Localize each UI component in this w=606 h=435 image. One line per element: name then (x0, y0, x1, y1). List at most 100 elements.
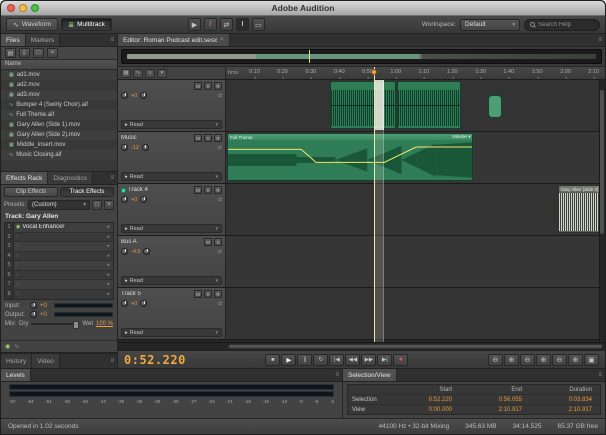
io-routing-icon[interactable]: ⇄ (218, 301, 222, 307)
io-routing-icon[interactable]: ⇄ (218, 249, 222, 255)
automation-mode-dropdown[interactable]: ▸ Read ▾ (121, 172, 222, 181)
audio-clip-full-theme[interactable]: Full Theme Volume ▾ (227, 133, 474, 181)
timeline-ruler[interactable]: hms 0:10 0:20 0:30 0:40 0:50 1:00 1:10 1… (226, 67, 605, 79)
power-icon[interactable]: ○ (16, 243, 19, 249)
volume-value[interactable]: -12 (131, 145, 139, 151)
fast-forward-button[interactable]: ▶▶ (361, 353, 377, 366)
io-routing-icon[interactable]: ⇄ (218, 145, 222, 151)
record-button[interactable]: ● (393, 353, 409, 366)
mix-slider[interactable] (31, 321, 80, 329)
play-button[interactable]: ▶ (281, 353, 297, 366)
effect-slot[interactable]: 8 ○ ▸ (5, 289, 113, 299)
selection-duration-value[interactable]: 0:03.834 (530, 397, 600, 403)
pan-knob[interactable] (141, 144, 149, 151)
scrollbar-thumb[interactable] (228, 344, 603, 349)
view-start-value[interactable]: 0:00.000 (390, 407, 460, 413)
track-header[interactable]: Track 5 M S R +0 ⇄ ▸ Read ▾ (118, 288, 226, 339)
volume-knob[interactable] (121, 196, 128, 203)
panel-menu-icon[interactable]: ≡ (107, 34, 117, 46)
audio-clip[interactable] (396, 81, 462, 129)
solo-button[interactable]: S (204, 82, 212, 90)
volume-value[interactable]: +0 (131, 197, 137, 203)
list-item[interactable]: ▦ Gary Allen (Side 2).mov (1, 130, 117, 140)
arm-button[interactable]: R (214, 290, 222, 298)
list-item[interactable]: ▦ ad3.mov (1, 90, 117, 100)
tab-video[interactable]: Video (32, 354, 60, 368)
view-duration-value[interactable]: 2:10.917 (530, 407, 600, 413)
list-item[interactable]: ∿ Music Closing.aif (1, 150, 117, 160)
track-lane[interactable] (226, 80, 605, 131)
chevron-right-icon[interactable]: ▸ (107, 243, 111, 249)
open-file-button[interactable]: ⇩ (19, 48, 30, 58)
session-overview-bar[interactable] (121, 49, 602, 64)
mute-button[interactable]: M (204, 238, 212, 246)
input-gain-knob[interactable] (30, 302, 37, 309)
audio-clip-gary-allen[interactable]: Gary Allen (Side 2) (557, 185, 605, 233)
effect-slot[interactable]: 3 ○ ▸ (5, 242, 113, 252)
power-icon[interactable]: ○ (16, 272, 19, 278)
loop-button[interactable]: ↻ (313, 353, 329, 366)
volume-knob[interactable] (121, 92, 128, 99)
mini-audio-clip[interactable] (488, 95, 502, 119)
files-name-header[interactable]: Name (1, 60, 117, 70)
volume-knob[interactable] (121, 300, 128, 307)
new-file-button[interactable]: □ (33, 48, 44, 58)
delete-preset-button[interactable]: × (104, 200, 114, 210)
track-tools-icon[interactable]: ▦ (121, 68, 131, 78)
power-icon[interactable]: ○ (16, 234, 19, 240)
power-icon[interactable]: ○ (16, 291, 19, 297)
effect-slot[interactable]: 7 ○ ▸ (5, 280, 113, 290)
chevron-right-icon[interactable]: ▸ (107, 272, 111, 278)
automation-mode-dropdown[interactable]: ▸ Read ▾ (121, 224, 222, 233)
minimize-window-button[interactable] (19, 4, 27, 12)
solo-button[interactable]: S (204, 134, 212, 142)
skip-forward-button[interactable]: ▶| (377, 353, 393, 366)
track-name[interactable]: Track 5 (121, 291, 192, 297)
mute-button[interactable]: M (194, 290, 202, 298)
track-name[interactable]: Bus A (121, 239, 202, 245)
track-header[interactable]: Music M S R -12 ⇄ ▸ Read ▾ (118, 132, 226, 183)
zoom-in-button[interactable]: ⊕ (503, 353, 519, 366)
output-gain-value[interactable]: +0 (40, 312, 51, 318)
tab-editor-session[interactable]: Editor: Roman Podcast edit.sesx × (118, 34, 230, 46)
view-end-value[interactable]: 2:10.917 (460, 407, 530, 413)
chevron-right-icon[interactable]: ▸ (107, 253, 111, 259)
zoom-in-vertical-button[interactable]: ⊕ (567, 353, 583, 366)
list-item[interactable]: ∿ Bumper 4 (Swirly Choir).aif (1, 100, 117, 110)
tab-levels[interactable]: Levels (1, 369, 31, 381)
rack-meter-icon[interactable]: ∿ (14, 343, 19, 350)
scrollbar-thumb[interactable] (600, 90, 604, 235)
zoom-out-vertical-button[interactable]: ⊖ (551, 353, 567, 366)
zoom-window-button[interactable] (31, 4, 39, 12)
track-lane[interactable] (226, 288, 605, 339)
effect-slot[interactable]: 5 ○ ▸ (5, 261, 113, 271)
close-icon[interactable]: × (220, 37, 224, 43)
chevron-right-icon[interactable]: ▸ (107, 234, 111, 240)
panel-menu-icon[interactable]: ≡ (595, 369, 605, 381)
volume-value[interactable]: +0 (131, 93, 137, 99)
zoom-in-horizontal-button[interactable]: ⊕ (535, 353, 551, 366)
search-input[interactable] (538, 21, 594, 28)
audio-clip[interactable] (330, 81, 397, 129)
track-name[interactable]: Track 4 (128, 187, 192, 193)
track-name[interactable]: Music (121, 135, 192, 141)
multitrack-view-button[interactable]: ≣ Multitrack (61, 18, 112, 31)
chevron-right-icon[interactable]: ▸ (107, 224, 111, 230)
output-gain-knob[interactable] (30, 311, 37, 318)
tab-history[interactable]: History (1, 354, 33, 368)
delete-file-button[interactable]: × (47, 48, 58, 58)
arm-button[interactable]: R (214, 134, 222, 142)
chevron-right-icon[interactable]: ▸ (107, 281, 111, 287)
chevron-right-icon[interactable]: ▸ (107, 262, 111, 268)
chevron-right-icon[interactable]: ▸ (107, 291, 111, 297)
panel-menu-icon[interactable]: ≡ (332, 369, 342, 381)
automation-mode-dropdown[interactable]: ▸ Read ▾ (121, 276, 222, 285)
wet-value[interactable]: 100 % (96, 321, 113, 327)
volume-value[interactable]: -4.5 (131, 249, 140, 255)
pan-knob[interactable] (143, 248, 151, 255)
track-lane[interactable]: Full Theme Volume ▾ (226, 132, 605, 183)
mute-button[interactable]: M (194, 82, 202, 90)
effect-slot[interactable]: 4 ○ ▸ (5, 251, 113, 261)
volume-value[interactable]: +0 (131, 301, 137, 307)
mute-button[interactable]: M (194, 134, 202, 142)
